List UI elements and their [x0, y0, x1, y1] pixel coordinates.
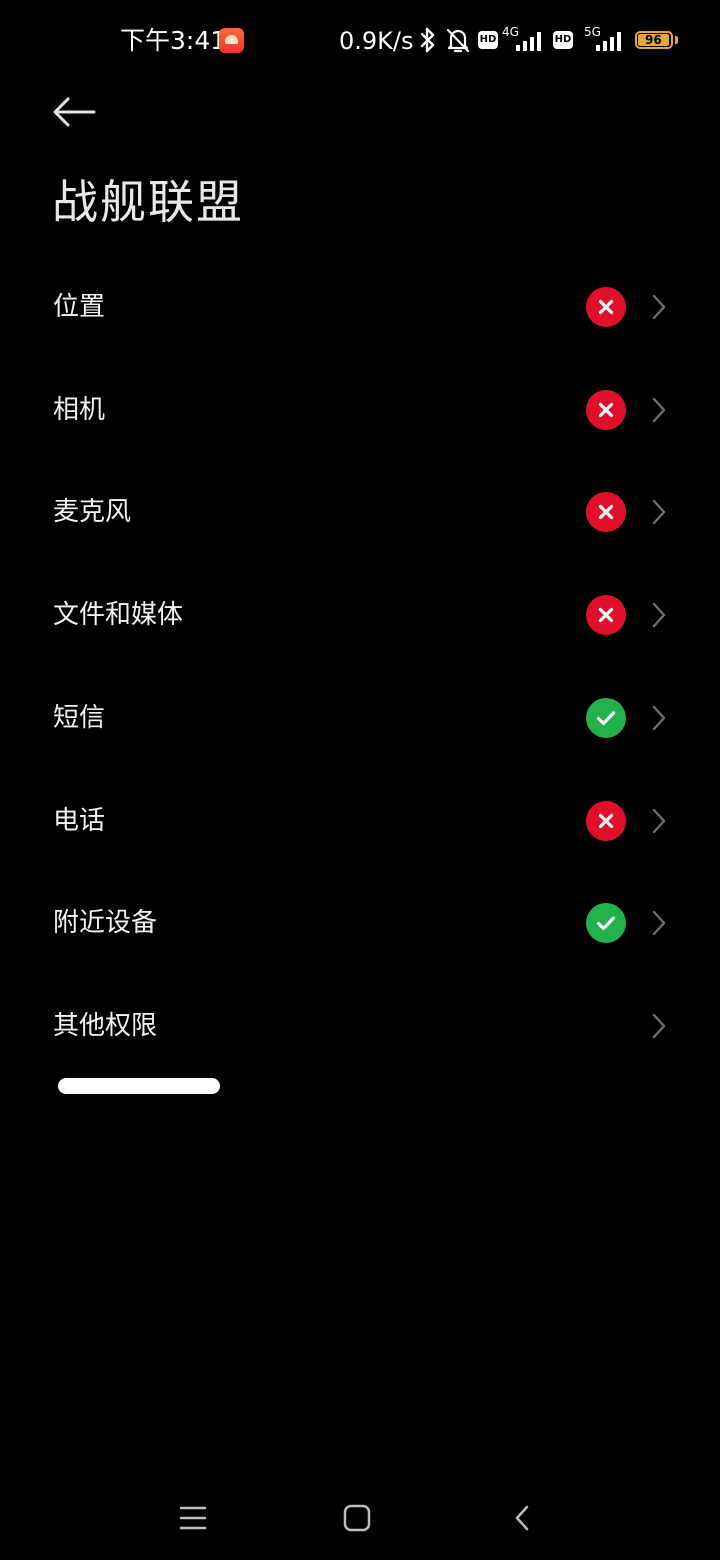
- home-button[interactable]: [327, 1492, 387, 1544]
- permission-label: 麦克风: [53, 497, 132, 527]
- denied-icon: [586, 287, 626, 327]
- permission-row[interactable]: 附近设备: [0, 872, 720, 974]
- chevron-right-icon: [652, 602, 666, 628]
- status-time: 下午3:41: [120, 26, 227, 55]
- bluetooth-icon: [420, 27, 435, 53]
- permission-row[interactable]: 相机: [0, 359, 720, 461]
- chevron-right-icon: [652, 499, 666, 525]
- mute-icon: [446, 28, 470, 53]
- allowed-icon: [586, 903, 626, 943]
- system-back-button[interactable]: [492, 1492, 552, 1544]
- permission-label: 位置: [53, 292, 106, 322]
- back-icon: [515, 1505, 529, 1531]
- arrow-left-icon: [53, 97, 96, 127]
- battery-icon: 96: [635, 31, 673, 49]
- chevron-right-icon: [652, 705, 666, 731]
- app-notification-icon: [219, 28, 244, 53]
- scroll-indicator: [58, 1078, 220, 1094]
- denied-icon: [586, 595, 626, 635]
- status-bar: 下午3:41 0.9K/s HD 4G HD 5G 96: [0, 0, 720, 80]
- permission-label: 电话: [53, 806, 106, 836]
- chevron-right-icon: [652, 1013, 666, 1039]
- permission-row[interactable]: 文件和媒体: [0, 564, 720, 666]
- hd-badge: HD: [553, 31, 573, 49]
- chevron-right-icon: [652, 294, 666, 320]
- permission-row[interactable]: 短信: [0, 667, 720, 769]
- allowed-icon: [586, 698, 626, 738]
- hd-badge: HD: [478, 31, 498, 49]
- permission-row[interactable]: 位置: [0, 256, 720, 358]
- navigation-bar: [0, 1480, 720, 1560]
- signal-icon: [596, 32, 621, 51]
- denied-icon: [586, 390, 626, 430]
- chevron-right-icon: [652, 910, 666, 936]
- permission-row[interactable]: 麦克风: [0, 461, 720, 563]
- permission-label: 其他权限: [53, 1011, 158, 1041]
- signal-icon: [516, 32, 541, 51]
- chevron-right-icon: [652, 397, 666, 423]
- permission-label: 相机: [53, 395, 106, 425]
- permission-label: 短信: [53, 703, 106, 733]
- chevron-right-icon: [652, 808, 666, 834]
- permission-row[interactable]: 电话: [0, 770, 720, 872]
- menu-icon: [179, 1506, 207, 1530]
- denied-icon: [586, 801, 626, 841]
- recent-apps-button[interactable]: [163, 1492, 223, 1544]
- back-button[interactable]: [46, 88, 102, 136]
- battery-level: 96: [645, 33, 662, 47]
- page-title: 战舰联盟: [52, 175, 244, 229]
- permission-row[interactable]: 其他权限: [0, 975, 720, 1077]
- permission-label: 附近设备: [53, 908, 158, 938]
- network-speed: 0.9K/s: [339, 27, 414, 55]
- denied-icon: [586, 492, 626, 532]
- permission-label: 文件和媒体: [53, 600, 184, 630]
- home-icon: [343, 1504, 371, 1532]
